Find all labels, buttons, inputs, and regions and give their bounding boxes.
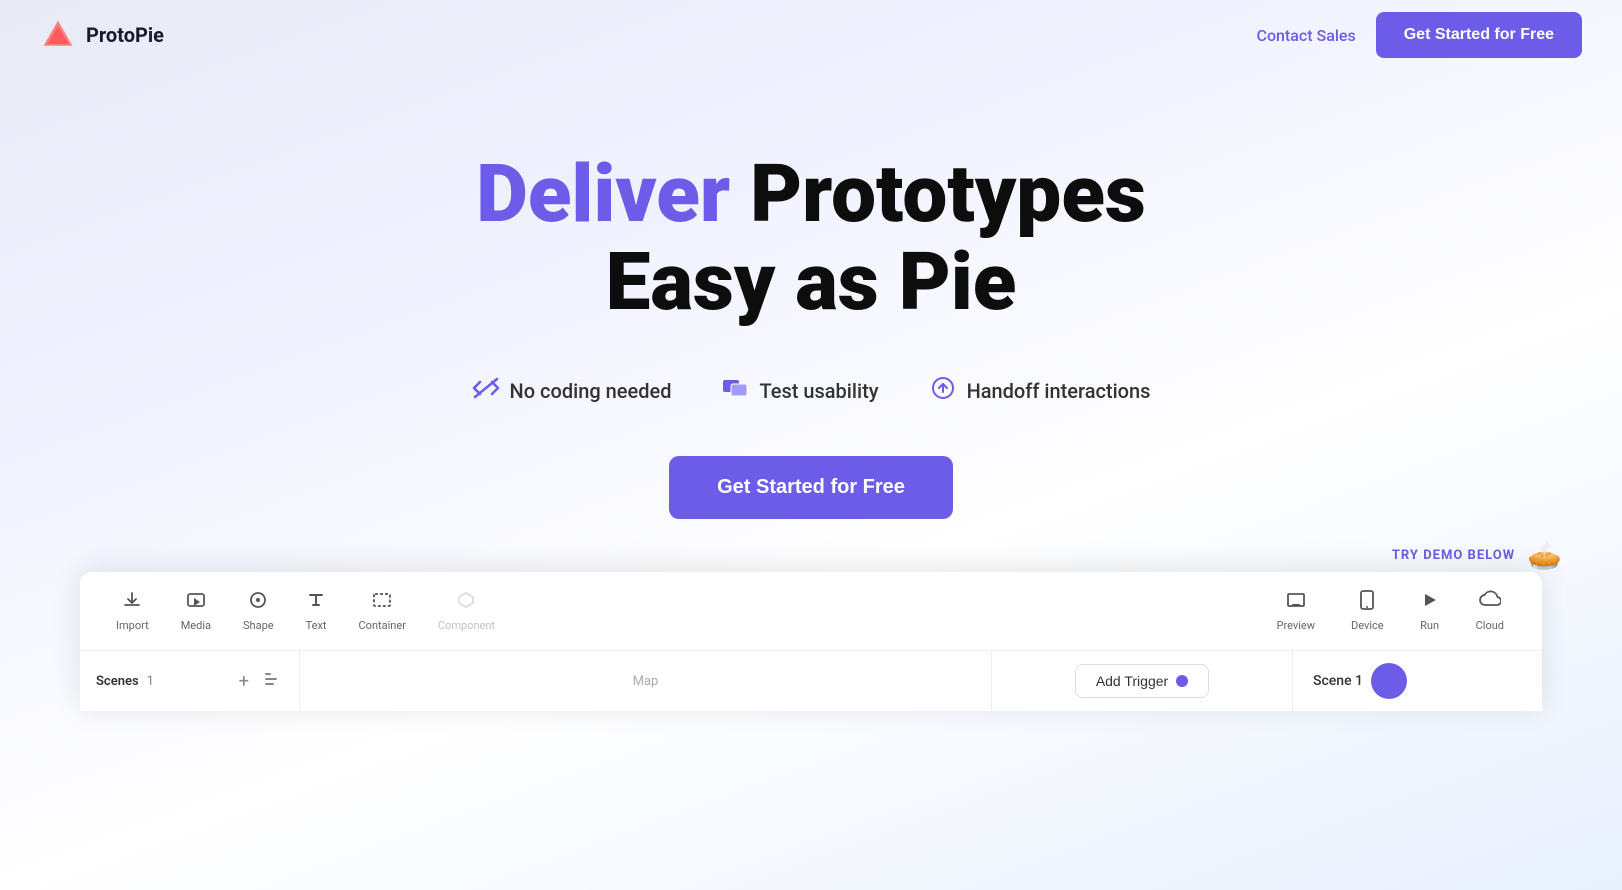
container-icon — [372, 590, 392, 615]
cloud-icon — [1479, 590, 1501, 615]
get-started-hero-button[interactable]: Get Started for Free — [669, 456, 953, 519]
run-label: Run — [1420, 619, 1439, 632]
handoff-icon — [929, 376, 957, 406]
preview-icon — [1286, 590, 1306, 615]
feature-test-usability-label: Test usability — [759, 379, 878, 403]
run-icon — [1420, 590, 1440, 615]
component-label: Component — [438, 619, 495, 632]
component-tool[interactable]: Component — [426, 584, 507, 638]
device-tool[interactable]: Device — [1337, 584, 1398, 638]
navbar: ProtoPie Contact Sales Get Started for F… — [0, 0, 1622, 70]
add-trigger-label: Add Trigger — [1096, 673, 1168, 689]
canvas-panel: Map — [300, 651, 992, 711]
media-label: Media — [181, 619, 211, 632]
test-usability-icon — [721, 376, 749, 406]
add-trigger-button[interactable]: Add Trigger — [1075, 664, 1209, 698]
media-icon — [186, 590, 206, 615]
scene-name-label: Scene 1 — [1313, 673, 1363, 689]
logo-text: ProtoPie — [86, 23, 164, 47]
trigger-dot — [1176, 675, 1188, 687]
shape-icon — [248, 590, 268, 615]
try-demo-area: TRY DEMO BELOW 🥧 — [0, 539, 1622, 572]
try-demo-text: TRY DEMO BELOW — [1392, 548, 1515, 563]
run-tool[interactable]: Run — [1406, 584, 1454, 638]
shape-tool[interactable]: Shape — [231, 584, 286, 638]
import-icon — [122, 590, 142, 615]
feature-handoff-label: Handoff interactions — [967, 379, 1151, 403]
preview-label: Preview — [1277, 619, 1315, 632]
bottom-bar: Scenes 1 + Map Add Trigger Scene — [80, 651, 1542, 711]
container-label: Container — [359, 619, 406, 632]
hero-title-part3: Easy as Pie — [606, 235, 1017, 329]
try-demo-emoji: 🥧 — [1527, 539, 1562, 572]
import-label: Import — [116, 619, 149, 632]
nav-right: Contact Sales Get Started for Free — [1257, 12, 1583, 58]
device-label: Device — [1351, 619, 1384, 632]
shape-label: Shape — [243, 619, 274, 632]
no-coding-icon — [472, 376, 500, 406]
import-tool[interactable]: Import — [104, 584, 161, 638]
hero-features: No coding needed Test usability — [472, 376, 1151, 406]
scene-name-panel: Scene 1 — [1292, 651, 1542, 711]
cloud-tool[interactable]: Cloud — [1462, 584, 1518, 638]
component-icon — [456, 590, 476, 615]
scenes-panel: Scenes 1 + — [80, 651, 300, 711]
toolbar: Import Media Shape — [80, 572, 1542, 651]
canvas-label: Map — [633, 674, 659, 689]
text-icon — [306, 590, 326, 615]
preview-tool[interactable]: Preview — [1263, 584, 1329, 638]
trigger-panel: Add Trigger — [992, 651, 1292, 711]
text-tool[interactable]: Text — [294, 584, 339, 638]
logo-icon — [40, 17, 76, 53]
feature-no-coding-label: No coding needed — [510, 379, 672, 403]
feature-no-coding: No coding needed — [472, 376, 672, 406]
scenes-sort-button[interactable] — [265, 672, 283, 691]
scenes-label: Scenes — [96, 674, 139, 689]
demo-bar: Import Media Shape — [80, 572, 1542, 711]
container-tool[interactable]: Container — [347, 584, 418, 638]
device-icon — [1358, 590, 1376, 615]
hero-title: Deliver Prototypes Easy as Pie — [476, 150, 1146, 326]
scenes-add-button[interactable]: + — [239, 671, 249, 692]
get-started-nav-button[interactable]: Get Started for Free — [1376, 12, 1582, 58]
media-tool[interactable]: Media — [169, 584, 223, 638]
hero-title-part2: Prototypes — [750, 147, 1146, 241]
feature-test-usability: Test usability — [721, 376, 878, 406]
hero-section: Deliver Prototypes Easy as Pie No coding… — [0, 70, 1622, 519]
cloud-label: Cloud — [1476, 619, 1504, 632]
scroll-indicator — [1371, 663, 1407, 699]
scenes-count: 1 — [147, 674, 154, 689]
logo-area: ProtoPie — [40, 17, 164, 53]
hero-title-highlight: Deliver — [476, 147, 730, 241]
feature-handoff: Handoff interactions — [929, 376, 1151, 406]
contact-sales-link[interactable]: Contact Sales — [1257, 26, 1356, 45]
toolbar-right: Preview Device Run — [1263, 584, 1518, 638]
text-label: Text — [306, 619, 327, 632]
